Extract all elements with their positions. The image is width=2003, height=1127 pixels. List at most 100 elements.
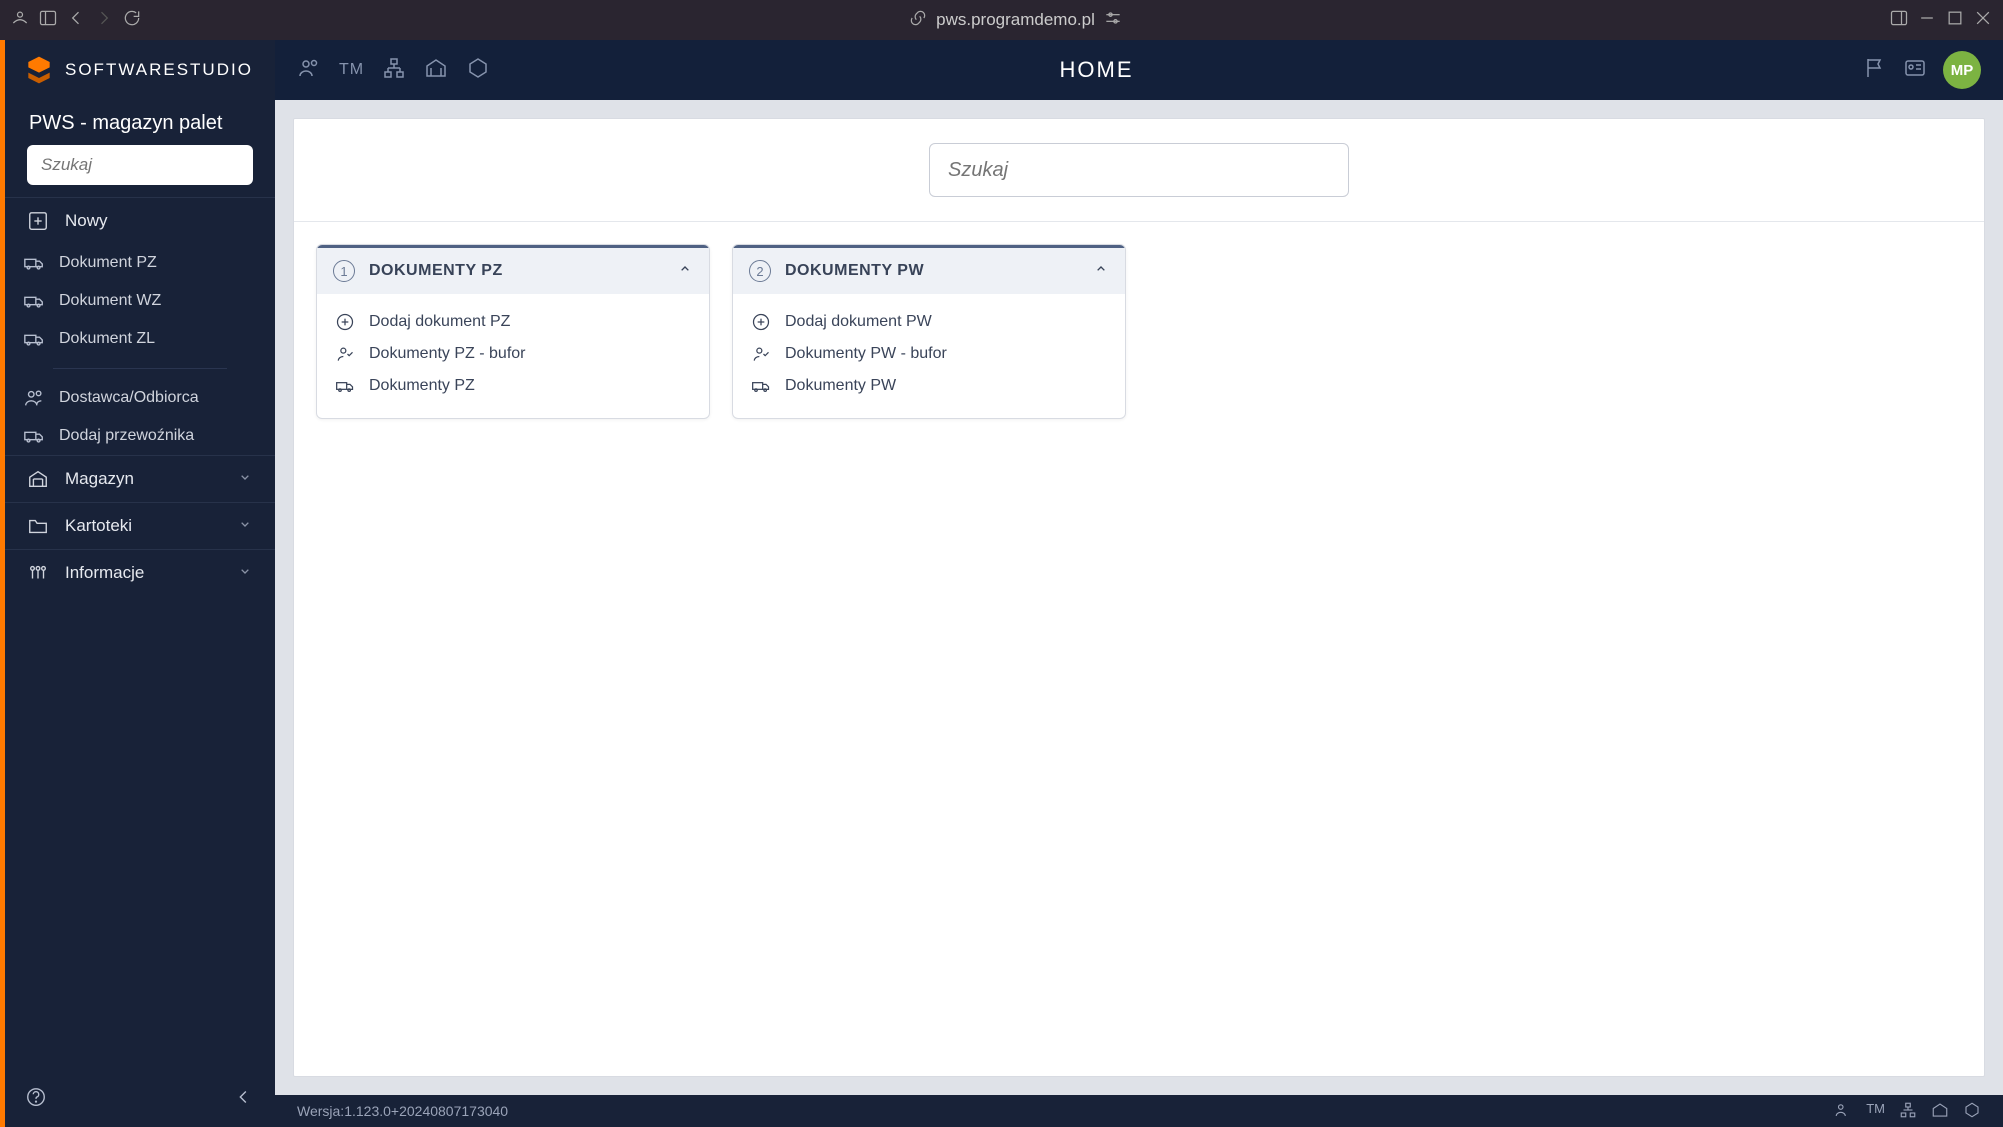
- collapse-icon[interactable]: [233, 1086, 255, 1113]
- link-icon: [908, 8, 928, 33]
- sidebar-search-input[interactable]: [27, 145, 253, 185]
- truck-icon: [751, 376, 771, 396]
- panel-number: 1: [333, 260, 355, 282]
- sidebar-section-label: Magazyn: [65, 469, 134, 489]
- chevron-up-icon: [677, 261, 693, 282]
- warehouse-icon[interactable]: [424, 56, 448, 85]
- sidebar-section-nowy[interactable]: Nowy: [5, 198, 275, 244]
- sidebar-section-label: Informacje: [65, 563, 144, 583]
- tm-icon[interactable]: TM: [339, 61, 364, 79]
- close-icon[interactable]: [1973, 8, 1993, 33]
- sidebar-search: [27, 145, 253, 185]
- sidebar-section-kartoteki[interactable]: Kartoteki: [5, 503, 275, 549]
- panel-number: 2: [749, 260, 771, 282]
- sidebar-item-label: Dokument ZL: [59, 330, 155, 348]
- logo-icon: [23, 54, 55, 86]
- avatar[interactable]: MP: [1943, 51, 1981, 89]
- reload-icon[interactable]: [122, 8, 142, 33]
- sidebar-section-label: Nowy: [65, 211, 108, 231]
- info-icon: [27, 562, 49, 584]
- sidebar-item-przewoznik[interactable]: Dodaj przewoźnika: [5, 417, 275, 455]
- statusbar: Wersja:1.123.0+20240807173040 TM: [275, 1095, 2003, 1127]
- chevron-up-icon: [1093, 261, 1109, 282]
- panel-header[interactable]: 2 DOKUMENTY PW: [733, 245, 1125, 294]
- sidebar-section-magazyn[interactable]: Magazyn: [5, 456, 275, 502]
- app-logo[interactable]: SOFTWARESTUDIO: [5, 40, 275, 100]
- sidebar-item-label: Dokument WZ: [59, 292, 161, 310]
- sidebar-item-label: Dostawca/Odbiorca: [59, 389, 199, 407]
- sidebar-item-label: Dokument PZ: [59, 254, 157, 272]
- people-icon[interactable]: [297, 56, 321, 85]
- panel-item-pw-buffer[interactable]: Dokumenty PW - bufor: [751, 338, 1107, 370]
- truck-icon: [335, 376, 355, 396]
- panel-item-add-pz[interactable]: Dodaj dokument PZ: [335, 306, 691, 338]
- sidebar-toggle-icon[interactable]: [38, 8, 58, 33]
- avatar-initials: MP: [1951, 62, 1974, 79]
- truck-in-icon: [23, 252, 45, 274]
- app-title: PWS - magazyn palet: [5, 100, 275, 145]
- panel-title: DOKUMENTY PW: [785, 262, 924, 280]
- plus-box-icon: [27, 210, 49, 232]
- browser-chrome: pws.programdemo.pl: [0, 0, 2003, 40]
- arc-icon[interactable]: [10, 8, 30, 33]
- panel-item-label: Dokumenty PZ - bufor: [369, 345, 526, 363]
- panel-item-add-pw[interactable]: Dodaj dokument PW: [751, 306, 1107, 338]
- panel-item-pz-buffer[interactable]: Dokumenty PZ - bufor: [335, 338, 691, 370]
- forward-icon: [94, 8, 114, 33]
- back-icon[interactable]: [66, 8, 86, 33]
- panel-item-pz-list[interactable]: Dokumenty PZ: [335, 370, 691, 402]
- warehouse-icon: [27, 468, 49, 490]
- logo-text: SOFTWARESTUDIO: [65, 60, 253, 80]
- minimize-icon[interactable]: [1917, 8, 1937, 33]
- card-icon[interactable]: [1903, 56, 1927, 85]
- person-check-icon: [335, 344, 355, 364]
- panel-dokumenty-pz: 1 DOKUMENTY PZ Dodaj dokument PZ D: [316, 244, 710, 419]
- divider: [53, 368, 227, 369]
- maximize-icon[interactable]: [1945, 8, 1965, 33]
- people-icon[interactable]: [1834, 1101, 1852, 1122]
- person-check-icon: [751, 344, 771, 364]
- main-search-input[interactable]: [929, 143, 1349, 197]
- page-title: HOME: [508, 57, 1685, 83]
- plus-circle-icon: [335, 312, 355, 332]
- panel-item-label: Dodaj dokument PW: [785, 313, 932, 331]
- panel-item-label: Dodaj dokument PZ: [369, 313, 510, 331]
- panel-item-label: Dokumenty PZ: [369, 377, 475, 395]
- panel-header[interactable]: 1 DOKUMENTY PZ: [317, 245, 709, 294]
- sidebar-item-dostawca[interactable]: Dostawca/Odbiorca: [5, 379, 275, 417]
- hexagon-icon[interactable]: [1963, 1101, 1981, 1122]
- truck-icon: [23, 328, 45, 350]
- people-icon: [23, 387, 45, 409]
- warehouse-icon[interactable]: [1931, 1101, 1949, 1122]
- panel-dokumenty-pw: 2 DOKUMENTY PW Dodaj dokument PW D: [732, 244, 1126, 419]
- panel-item-label: Dokumenty PW: [785, 377, 896, 395]
- chevron-down-icon: [237, 469, 253, 490]
- chevron-down-icon: [237, 516, 253, 537]
- url-text[interactable]: pws.programdemo.pl: [936, 10, 1095, 30]
- content-card: 1 DOKUMENTY PZ Dodaj dokument PZ D: [293, 118, 1985, 1077]
- sidebar-section-label: Kartoteki: [65, 516, 132, 536]
- settings-icon[interactable]: [1103, 8, 1123, 33]
- flag-icon[interactable]: [1863, 56, 1887, 85]
- hierarchy-icon[interactable]: [382, 56, 406, 85]
- sidebar-item-dokument-pz[interactable]: Dokument PZ: [5, 244, 275, 282]
- sidebar-item-dokument-wz[interactable]: Dokument WZ: [5, 282, 275, 320]
- panel-item-label: Dokumenty PW - bufor: [785, 345, 947, 363]
- folder-icon: [27, 515, 49, 537]
- tm-icon[interactable]: TM: [1866, 1101, 1885, 1122]
- panel-icon[interactable]: [1889, 8, 1909, 33]
- truck-add-icon: [23, 425, 45, 447]
- sidebar-section-informacje[interactable]: Informacje: [5, 550, 275, 596]
- plus-circle-icon: [751, 312, 771, 332]
- hierarchy-icon[interactable]: [1899, 1101, 1917, 1122]
- sidebar-item-label: Dodaj przewoźnika: [59, 427, 194, 445]
- version-text: Wersja:1.123.0+20240807173040: [297, 1103, 508, 1119]
- help-icon[interactable]: [25, 1086, 47, 1113]
- truck-out-icon: [23, 290, 45, 312]
- hexagon-icon[interactable]: [466, 56, 490, 85]
- sidebar-item-dokument-zl[interactable]: Dokument ZL: [5, 320, 275, 358]
- sidebar: SOFTWARESTUDIO PWS - magazyn palet Nowy …: [5, 40, 275, 1127]
- topbar: TM HOME MP: [275, 40, 2003, 100]
- panel-title: DOKUMENTY PZ: [369, 262, 503, 280]
- panel-item-pw-list[interactable]: Dokumenty PW: [751, 370, 1107, 402]
